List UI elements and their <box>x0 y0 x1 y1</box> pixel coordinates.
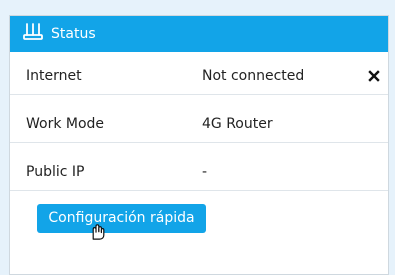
work-mode-label: Work Mode <box>26 116 105 132</box>
close-icon[interactable] <box>367 69 381 83</box>
status-header: Status <box>10 16 388 52</box>
status-row-work-mode: Work Mode 4G Router <box>10 105 388 143</box>
hand-cursor-icon <box>92 224 105 240</box>
status-card: Status Internet Not connected Work Mode … <box>9 15 389 275</box>
quick-config-button[interactable]: Configuración rápida <box>37 204 206 233</box>
internet-label: Internet <box>26 68 82 84</box>
public-ip-label: Public IP <box>26 164 85 180</box>
status-row-internet: Internet Not connected <box>10 57 388 95</box>
status-row-public-ip: Public IP - <box>10 153 388 191</box>
internet-value: Not connected <box>202 68 305 84</box>
public-ip-value: - <box>202 164 208 180</box>
router-icon <box>23 23 43 40</box>
work-mode-value: 4G Router <box>202 116 273 132</box>
status-title: Status <box>51 26 96 42</box>
